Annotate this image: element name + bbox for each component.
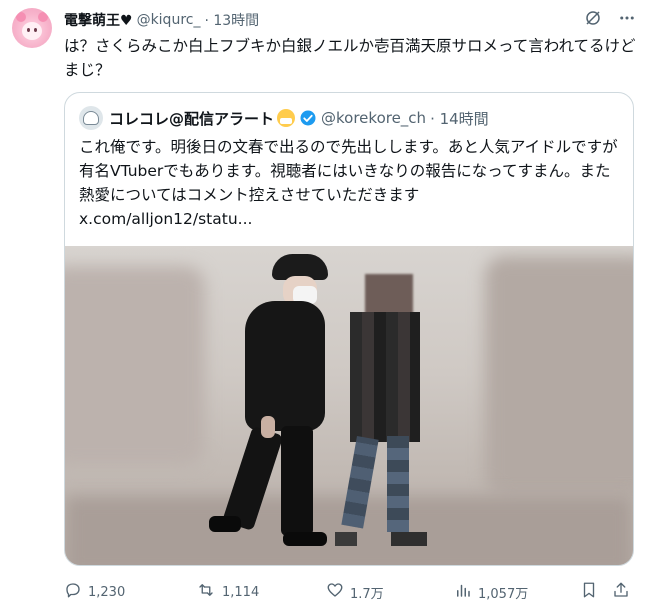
man-hoodie: [245, 301, 325, 431]
repost-icon: [196, 581, 216, 603]
woman-head-pixelated: [365, 274, 413, 314]
quote-author-name[interactable]: コレコレ@配信アラート: [109, 108, 274, 129]
quote-time[interactable]: · 14時間: [430, 108, 489, 129]
quote-text: これ俺です。明後日の文春で出るので先出しします。あと人気アイドルですが有名VTu…: [79, 138, 618, 204]
like-button[interactable]: 1.7万: [326, 580, 384, 604]
views-button[interactable]: 1,057万: [454, 580, 528, 604]
avatar-ear-right: [38, 12, 48, 22]
bookmark-icon: [580, 581, 598, 603]
avatar-eye-left: [27, 28, 30, 32]
woman-leg-right: [387, 436, 409, 532]
quote-link[interactable]: x.com/alljon12/statu...: [79, 207, 623, 231]
man-leg-right: [281, 426, 313, 536]
ghost-icon: [83, 111, 99, 125]
share-button[interactable]: [612, 580, 630, 604]
reply-count: 1,230: [88, 584, 126, 600]
grok-icon[interactable]: [583, 8, 603, 28]
author-name[interactable]: 電撃萌王♥: [64, 10, 133, 30]
verified-icon: [299, 109, 317, 127]
author-avatar[interactable]: [12, 8, 52, 48]
quote-photo[interactable]: [65, 246, 633, 565]
reply-icon: [64, 581, 82, 603]
repost-button[interactable]: 1,114: [196, 580, 259, 604]
quote-author-handle[interactable]: @korekore_ch: [321, 109, 426, 127]
quote-header: コレコレ@配信アラート @korekore_ch · 14時間: [79, 106, 489, 130]
tweet-header: 電撃萌王♥ @kiqurc_ · 13時間: [64, 10, 259, 30]
like-count: 1.7万: [350, 586, 384, 602]
tweet-top-actions: [583, 8, 637, 28]
author-handle[interactable]: @kiqurc_: [137, 12, 201, 28]
like-icon: [326, 581, 344, 603]
tweet-text: は？さくらみこか白上フブキか白銀ノエルか壱百満天原サロメって言われてるけどまじ？: [64, 37, 636, 79]
repost-count: 1,114: [222, 584, 260, 600]
woman-coat-pixelated: [350, 312, 420, 442]
avatar-face: [22, 22, 42, 40]
bg-blur-right: [485, 256, 633, 496]
bookmark-button[interactable]: [580, 580, 598, 604]
woman-shoe-left: [335, 532, 357, 546]
quoted-tweet[interactable]: コレコレ@配信アラート @korekore_ch · 14時間 これ俺です。明後…: [64, 92, 634, 566]
avatar-ear-left: [16, 12, 26, 22]
share-icon: [612, 581, 630, 603]
mask-emoji-icon: [277, 109, 296, 127]
views-count: 1,057万: [478, 586, 529, 602]
tweet-actions: 1,230 1,114 1.7万 1,057万: [64, 580, 636, 604]
views-icon: [454, 581, 472, 603]
man-hand: [261, 416, 275, 438]
quote-avatar[interactable]: [79, 106, 103, 130]
tweet-time[interactable]: · 13時間: [204, 10, 259, 30]
man-shoe-right: [283, 532, 327, 546]
woman-shoe-right: [391, 532, 427, 546]
man-shoe-left: [209, 516, 241, 532]
quote-text-block: これ俺です。明後日の文春で出るので先出しします。あと人気アイドルですが有名VTu…: [79, 135, 623, 231]
reply-button[interactable]: 1,230: [64, 580, 125, 604]
more-icon[interactable]: [617, 8, 637, 28]
avatar-eye-right: [34, 28, 37, 32]
bg-blur-left: [65, 266, 205, 466]
